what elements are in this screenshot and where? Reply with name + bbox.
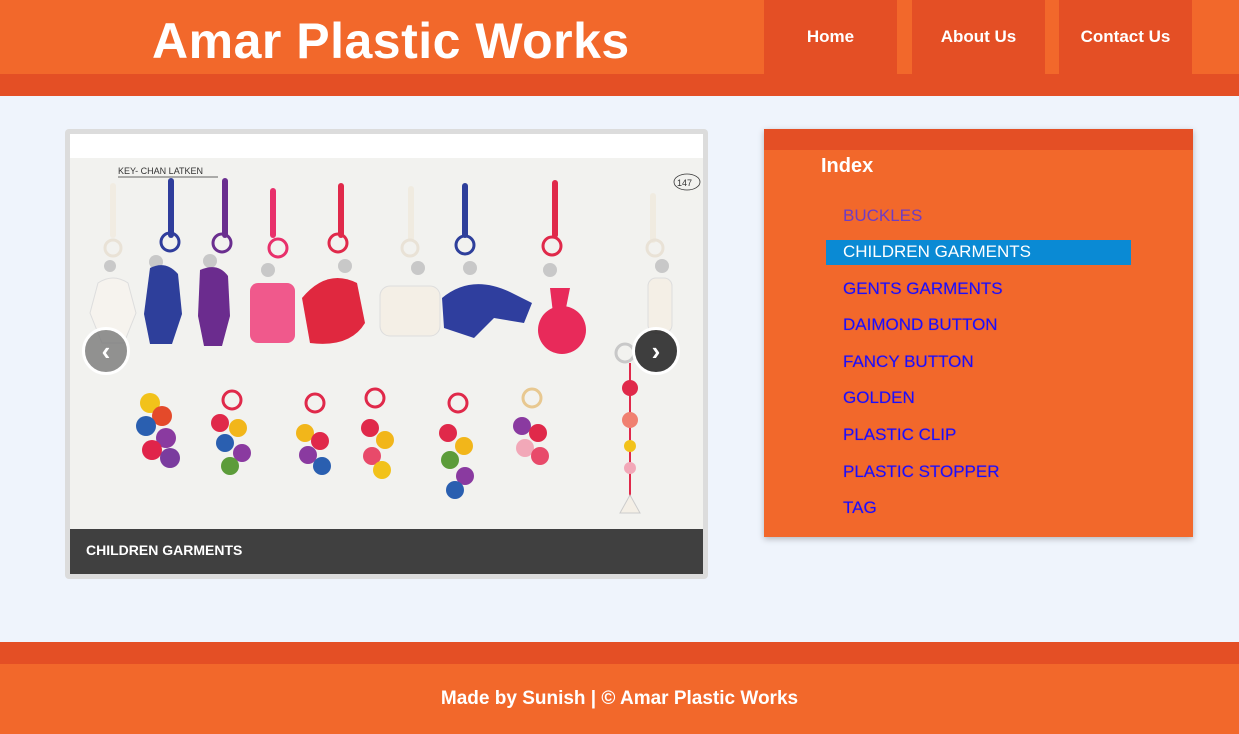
nav-home[interactable]: Home	[764, 0, 897, 74]
keychain-photo-illustration: KEY- CHAN LATKEN 147	[70, 158, 703, 529]
chevron-right-icon: ›	[651, 335, 661, 366]
index-item-fancy-button[interactable]: FANCY BUTTON	[826, 350, 1131, 375]
site-title: Amar Plastic Works	[152, 13, 630, 69]
index-item-children-garments[interactable]: CHILDREN GARMENTS	[826, 240, 1131, 265]
index-item-buckles[interactable]: BUCKLES	[826, 204, 1131, 229]
nav-contact-us[interactable]: Contact Us	[1059, 0, 1192, 74]
image-slider: KEY- CHAN LATKEN 147 CHILDREN GARMENTS ‹…	[65, 129, 708, 579]
index-item-gents-garments[interactable]: GENTS GARMENTS	[826, 277, 1131, 302]
index-item-tag[interactable]: TAG	[826, 496, 1131, 521]
footer-credit: Made by Sunish | © Amar Plastic Works	[440, 688, 799, 709]
index-item-daimond-button[interactable]: DAIMOND BUTTON	[826, 313, 1131, 338]
slider-frame: KEY- CHAN LATKEN 147 CHILDREN GARMENTS	[70, 134, 703, 574]
index-item-plastic-clip[interactable]: PLASTIC CLIP	[826, 423, 1131, 448]
nav-about-us[interactable]: About Us	[912, 0, 1045, 74]
site-header: Amar Plastic Works Home About Us Contact…	[0, 0, 1239, 96]
photo-heading-label: KEY- CHAN LATKEN	[118, 166, 203, 176]
chevron-left-icon: ‹	[101, 335, 111, 366]
index-item-plastic-stopper[interactable]: PLASTIC STOPPER	[826, 460, 1131, 485]
index-title: Index	[821, 155, 874, 177]
next-slide-button[interactable]: ›	[632, 327, 680, 375]
photo-number-label: 147	[677, 178, 692, 188]
index-panel-band	[764, 129, 1193, 150]
index-item-golden[interactable]: GOLDEN	[826, 386, 1131, 411]
header-band	[0, 74, 1239, 96]
product-photo: KEY- CHAN LATKEN 147	[70, 158, 703, 529]
slide-caption: CHILDREN GARMENTS	[70, 529, 703, 574]
site-footer: Made by Sunish | © Amar Plastic Works	[0, 642, 1239, 734]
previous-slide-button[interactable]: ‹	[82, 327, 130, 375]
index-panel: Index BUCKLES CHILDREN GARMENTS GENTS GA…	[764, 129, 1193, 537]
footer-band	[0, 642, 1239, 664]
